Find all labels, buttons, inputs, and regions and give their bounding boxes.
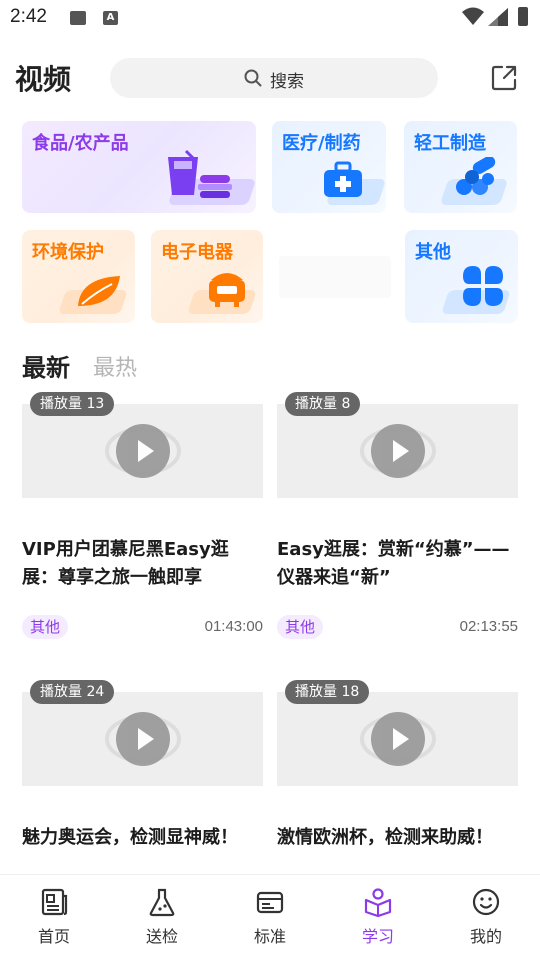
cellular-icon	[488, 8, 508, 26]
page-title: 视频	[15, 63, 72, 96]
rice-cooker-icon	[209, 273, 245, 307]
search-placeholder: 搜索	[270, 72, 304, 92]
play-icon[interactable]	[116, 424, 170, 478]
a-notification-icon: A	[103, 11, 118, 25]
medical-kit-icon	[324, 161, 362, 197]
pills-icon	[456, 157, 496, 195]
video-card[interactable]: 播放量 24 魅力奥运会，检测显神威！	[22, 680, 263, 874]
category-label: 环境保护	[32, 242, 104, 263]
video-thumbnail[interactable]	[277, 692, 518, 786]
nav-item-study[interactable]: 学习	[348, 887, 408, 947]
share-icon[interactable]	[490, 64, 518, 92]
category-label: 电子电器	[161, 242, 233, 263]
video-title[interactable]: Easy逛展：赏新“约慕”——仪器来追“新”	[277, 536, 518, 592]
view-count-badge: 播放量 8	[285, 392, 361, 416]
header: 视频 搜索	[0, 50, 540, 106]
faded-placeholder-card	[279, 256, 391, 298]
video-thumbnail[interactable]	[22, 404, 263, 498]
nav-label: 首页	[37, 927, 70, 946]
play-icon[interactable]	[371, 424, 425, 478]
status-bar: 2:42 A	[0, 0, 540, 36]
clover-icon	[463, 266, 503, 306]
home-news-icon	[41, 888, 68, 916]
study-book-icon	[364, 888, 392, 917]
nav-item-mine[interactable]: 我的	[456, 887, 516, 947]
image-notification-icon	[70, 11, 86, 25]
video-thumbnail[interactable]	[277, 404, 518, 498]
standard-card-icon	[256, 891, 284, 914]
nav-item-standards[interactable]: 标准	[240, 887, 300, 947]
category-tag: 其他	[22, 615, 69, 639]
leaf-icon	[78, 276, 120, 306]
category-label: 食品/农产品	[32, 133, 129, 154]
view-count-badge: 播放量 18	[285, 680, 370, 704]
video-card[interactable]: 播放量 8 Easy逛展：赏新“约慕”——仪器来追“新” 其他 02:13:55	[277, 392, 518, 652]
category-electronics[interactable]: 电子电器	[151, 230, 263, 323]
nav-item-inspection[interactable]: 送检	[132, 887, 192, 947]
play-icon[interactable]	[371, 712, 425, 766]
nav-label: 标准	[253, 927, 286, 946]
tab-hot[interactable]: 最热	[93, 350, 137, 382]
video-title[interactable]: VIP用户团慕尼黑Easy逛展：尊享之旅一触即享	[22, 536, 263, 592]
video-duration: 02:13:55	[459, 618, 518, 635]
video-thumbnail[interactable]	[22, 692, 263, 786]
video-card[interactable]: 播放量 18 激情欧洲杯，检测来助威！	[277, 680, 518, 874]
flask-icon	[149, 888, 175, 917]
category-label: 医疗/制药	[282, 133, 361, 154]
category-environment[interactable]: 环境保护	[22, 230, 135, 323]
video-duration: 01:43:00	[204, 618, 263, 635]
search-icon	[244, 69, 262, 87]
category-tag: 其他	[277, 615, 324, 639]
nav-label: 送检	[145, 927, 178, 946]
view-count-badge: 播放量 24	[30, 680, 115, 704]
view-count-badge: 播放量 13	[30, 392, 115, 416]
play-icon[interactable]	[116, 712, 170, 766]
category-other[interactable]: 其他	[405, 230, 518, 323]
tab-latest[interactable]: 最新	[22, 348, 70, 383]
nav-item-home[interactable]: 首页	[24, 887, 84, 947]
nav-label: 学习	[361, 927, 394, 946]
category-label: 其他	[415, 242, 451, 263]
search-bar[interactable]: 搜索	[110, 58, 438, 98]
category-food[interactable]: 食品/农产品	[22, 121, 256, 213]
food-drink-icon	[168, 149, 232, 198]
wifi-icon	[462, 7, 484, 25]
category-label: 轻工制造	[414, 133, 486, 154]
category-medical[interactable]: 医疗/制药	[272, 121, 386, 213]
video-title[interactable]: 激情欧洲杯，检测来助威！	[277, 824, 518, 852]
status-time: 2:42	[10, 6, 47, 27]
bottom-nav: 首页 送检 标准 学习 我的	[0, 874, 540, 961]
category-light-industry[interactable]: 轻工制造	[404, 121, 517, 213]
battery-icon	[518, 7, 528, 26]
smiley-icon	[472, 888, 500, 916]
video-card[interactable]: 播放量 13 VIP用户团慕尼黑Easy逛展：尊享之旅一触即享 其他 01:43…	[22, 392, 263, 652]
video-title[interactable]: 魅力奥运会，检测显神威！	[22, 824, 263, 852]
nav-label: 我的	[469, 927, 502, 946]
